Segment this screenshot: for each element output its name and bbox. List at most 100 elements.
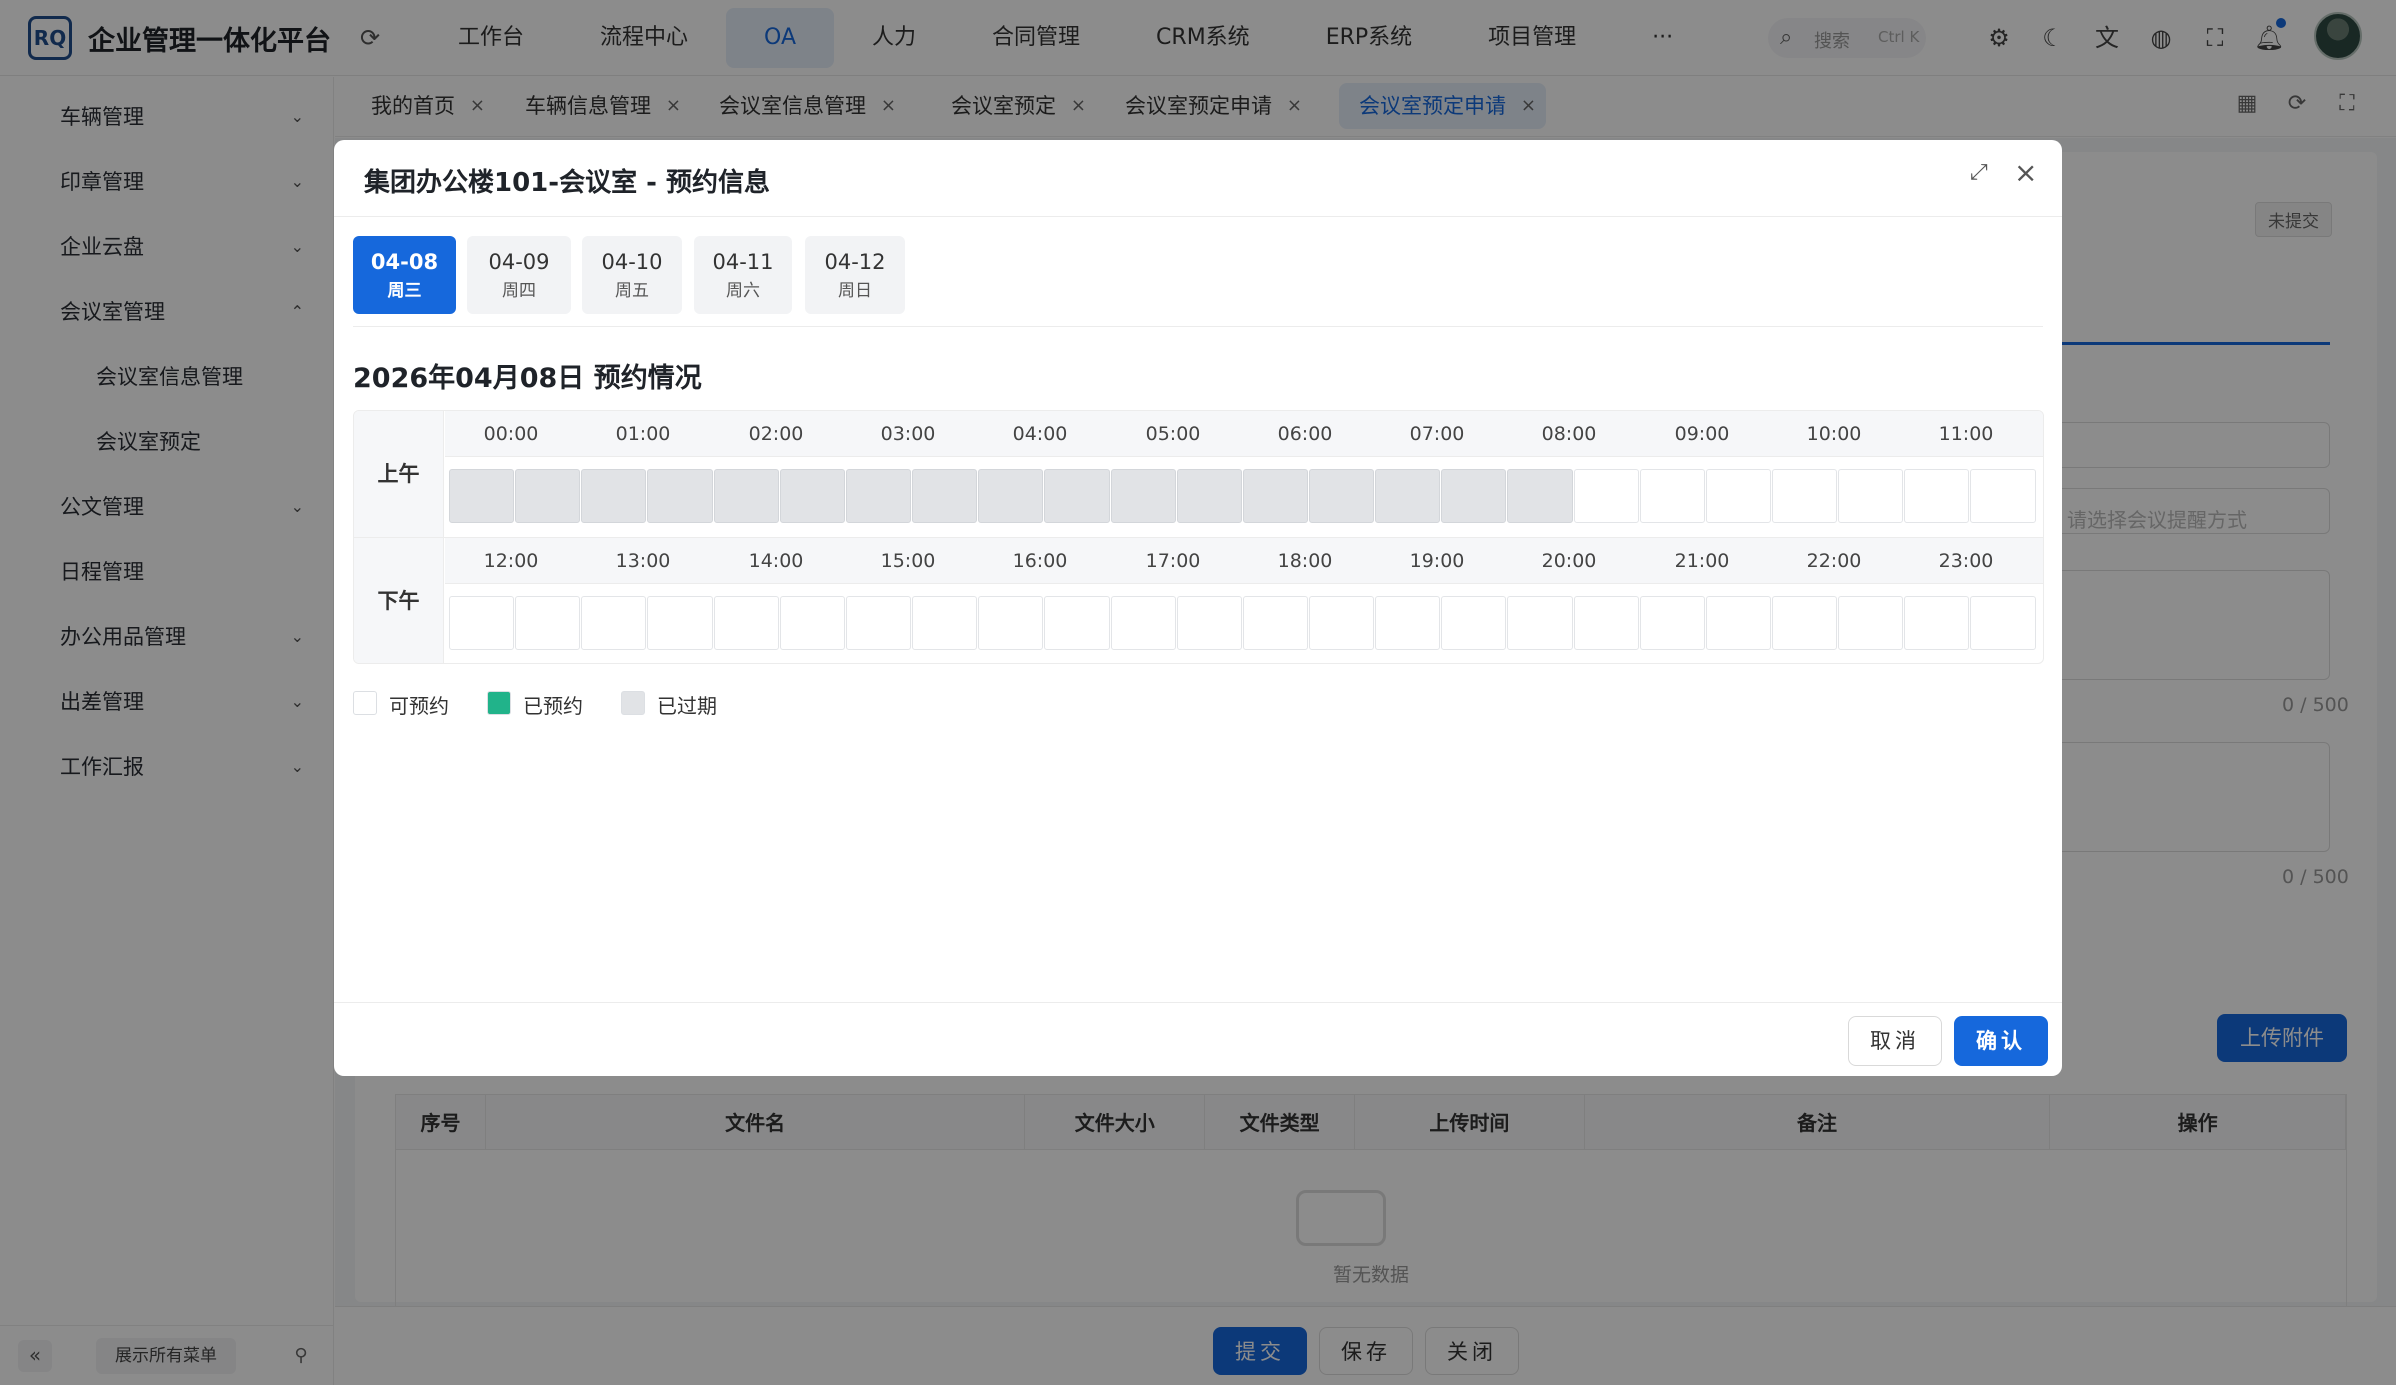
time-slot-available[interactable] bbox=[1640, 596, 1705, 650]
time-slot-available[interactable] bbox=[1706, 469, 1771, 523]
time-slot-available[interactable] bbox=[912, 596, 977, 650]
time-slot-available[interactable] bbox=[846, 596, 911, 650]
time-slot-available[interactable] bbox=[1375, 596, 1440, 650]
cancel-button[interactable]: 取消 bbox=[1848, 1016, 1942, 1066]
hour-label: 02:00 bbox=[748, 423, 804, 445]
hour-label: 05:00 bbox=[1145, 423, 1201, 445]
hour-label: 11:00 bbox=[1938, 423, 1994, 445]
hour-label: 13:00 bbox=[615, 550, 671, 572]
modal-title: 集团办公楼101-会议室 - 预约信息 bbox=[364, 168, 770, 198]
time-slot-expired bbox=[780, 469, 845, 523]
modal-maximize-icon[interactable]: ⤢ bbox=[1970, 160, 1988, 185]
time-slot-expired bbox=[714, 469, 779, 523]
time-slot-available[interactable] bbox=[1574, 596, 1639, 650]
confirm-button[interactable]: 确认 bbox=[1954, 1016, 2048, 1066]
hour-label: 14:00 bbox=[748, 550, 804, 572]
hour-label: 16:00 bbox=[1012, 550, 1068, 572]
legend-label: 已过期 bbox=[657, 694, 717, 718]
time-slot-expired bbox=[1375, 469, 1440, 523]
time-slot-expired bbox=[1044, 469, 1110, 523]
time-slot-available[interactable] bbox=[714, 596, 779, 650]
divider bbox=[353, 326, 2043, 327]
date-heading: 2026年04月08日 预约情况 bbox=[353, 363, 702, 394]
time-slot-expired bbox=[846, 469, 911, 523]
day-tab[interactable]: 04-10 周五 bbox=[582, 236, 682, 314]
time-slot-available[interactable] bbox=[978, 596, 1043, 650]
time-slot-available[interactable] bbox=[1111, 596, 1176, 650]
time-slot-available[interactable] bbox=[1309, 596, 1374, 650]
time-slot-expired bbox=[449, 469, 514, 523]
day-tab-weekday: 周日 bbox=[838, 281, 872, 301]
time-slot-expired bbox=[912, 469, 977, 523]
time-slot-expired bbox=[1177, 469, 1242, 523]
day-tab[interactable]: 04-12 周日 bbox=[805, 236, 905, 314]
divider bbox=[334, 1002, 2062, 1003]
hour-label: 07:00 bbox=[1409, 423, 1465, 445]
legend-label: 可预约 bbox=[389, 694, 449, 718]
time-slot-expired bbox=[978, 469, 1043, 523]
day-tab-date: 04-09 bbox=[488, 250, 550, 274]
time-slot-expired bbox=[1243, 469, 1308, 523]
day-tab-weekday: 周五 bbox=[615, 281, 649, 301]
time-slot-available[interactable] bbox=[1706, 596, 1771, 650]
time-slot-available[interactable] bbox=[1904, 596, 1969, 650]
time-slot-available[interactable] bbox=[515, 596, 580, 650]
time-slot-expired bbox=[1111, 469, 1176, 523]
hour-label: 22:00 bbox=[1806, 550, 1862, 572]
hour-label: 20:00 bbox=[1541, 550, 1597, 572]
hour-label: 01:00 bbox=[615, 423, 671, 445]
day-tab-date: 04-11 bbox=[712, 250, 774, 274]
time-slot-available[interactable] bbox=[1507, 596, 1573, 650]
time-slot-available[interactable] bbox=[647, 596, 713, 650]
am-section: 上午 00:00 01:00 02:00 03:00 04:00 05:00 06:00 07… bbox=[354, 411, 2043, 537]
pm-section: 下午 12:00 13:00 14:00 15:00 16:00 17:00 18:00 19… bbox=[354, 537, 2043, 663]
day-tab[interactable]: 04-11 周六 bbox=[694, 236, 792, 314]
pm-label: 下午 bbox=[354, 538, 444, 663]
day-tab-date: 04-12 bbox=[824, 250, 886, 274]
day-tab-date: 04-08 bbox=[370, 250, 439, 274]
day-tab-date: 04-10 bbox=[601, 250, 663, 274]
time-slot-available[interactable] bbox=[1970, 596, 2036, 650]
legend-swatch bbox=[353, 691, 377, 715]
time-slot-available[interactable] bbox=[1441, 596, 1506, 650]
time-slot-available[interactable] bbox=[1772, 596, 1837, 650]
time-slot-expired bbox=[647, 469, 713, 523]
day-tab-weekday: 周三 bbox=[387, 281, 422, 301]
hour-label: 17:00 bbox=[1145, 550, 1201, 572]
day-tab[interactable]: 04-09 周四 bbox=[467, 236, 571, 314]
legend-swatch bbox=[487, 691, 511, 715]
time-slot-available[interactable] bbox=[1904, 469, 1969, 523]
time-slot-available[interactable] bbox=[1838, 469, 1903, 523]
time-slot-expired bbox=[1441, 469, 1506, 523]
time-slot-available[interactable] bbox=[1177, 596, 1242, 650]
time-slot-available[interactable] bbox=[1838, 596, 1903, 650]
day-tab-weekday: 周四 bbox=[502, 281, 536, 301]
time-slot-available[interactable] bbox=[1574, 469, 1639, 523]
time-slot-expired bbox=[581, 469, 646, 523]
hour-label: 03:00 bbox=[880, 423, 936, 445]
time-slot-available[interactable] bbox=[780, 596, 845, 650]
hour-label: 10:00 bbox=[1806, 423, 1862, 445]
am-label: 上午 bbox=[354, 411, 444, 537]
time-slot-available[interactable] bbox=[581, 596, 646, 650]
hour-label: 04:00 bbox=[1012, 423, 1068, 445]
time-slot-available[interactable] bbox=[1044, 596, 1110, 650]
am-hour-row: 00:00 01:00 02:00 03:00 04:00 05:00 06:00 07:00… bbox=[445, 411, 2043, 457]
day-tab[interactable]: 04-08 周三 bbox=[353, 236, 456, 314]
time-slot-available[interactable] bbox=[1772, 469, 1837, 523]
close-icon[interactable]: × bbox=[2014, 156, 2037, 189]
timeslot-grid: 上午 00:00 01:00 02:00 03:00 04:00 05:00 06:00 07… bbox=[353, 410, 2044, 664]
hour-label: 21:00 bbox=[1674, 550, 1730, 572]
time-slot-available[interactable] bbox=[1243, 596, 1308, 650]
hour-label: 06:00 bbox=[1277, 423, 1333, 445]
hour-label: 18:00 bbox=[1277, 550, 1333, 572]
time-slot-expired bbox=[515, 469, 580, 523]
hour-label: 09:00 bbox=[1674, 423, 1730, 445]
am-slot-row bbox=[449, 469, 2043, 523]
time-slot-available[interactable] bbox=[449, 596, 514, 650]
time-slot-available[interactable] bbox=[1970, 469, 2036, 523]
day-tab-weekday: 周六 bbox=[726, 281, 760, 301]
time-slot-available[interactable] bbox=[1640, 469, 1705, 523]
hour-label: 19:00 bbox=[1409, 550, 1465, 572]
hour-label: 08:00 bbox=[1541, 423, 1597, 445]
